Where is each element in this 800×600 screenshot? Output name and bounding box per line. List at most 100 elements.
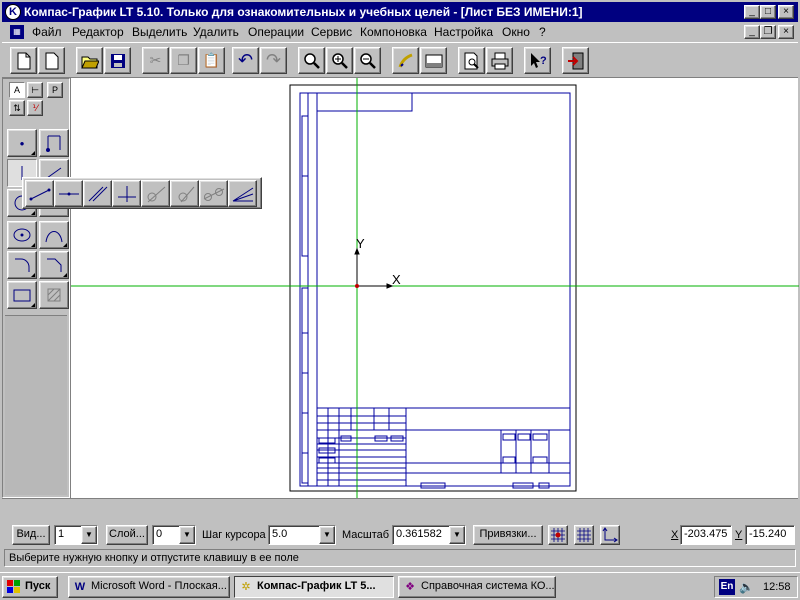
chevron-down-icon[interactable]: ▼ [319, 526, 335, 544]
line-tangent-button[interactable] [141, 180, 170, 207]
task-word[interactable]: W Microsoft Word - Плоская... [68, 576, 230, 598]
zoom-out-button[interactable] [354, 47, 381, 74]
close-button[interactable]: × [778, 5, 794, 19]
language-indicator[interactable]: En [719, 579, 735, 595]
snaps-button[interactable]: Привязки... [473, 525, 543, 545]
view-window-button[interactable] [420, 47, 447, 74]
magnifier-icon [303, 52, 320, 69]
minimize-icon: _ [749, 26, 755, 37]
y-coord-field[interactable]: -15.240 [745, 525, 795, 545]
menu-window[interactable]: Окно [502, 25, 530, 39]
menu-delete[interactable]: Удалить [193, 25, 239, 39]
point-tool-button[interactable]: • [7, 129, 37, 157]
pan-button[interactable] [392, 47, 419, 74]
print-preview-button[interactable] [458, 47, 485, 74]
zoom-fit-button[interactable] [298, 47, 325, 74]
fillet-tool-button[interactable] [7, 251, 37, 279]
maximize-button[interactable]: □ [760, 5, 776, 19]
menu-settings[interactable]: Настройка [434, 25, 493, 39]
menu-select[interactable]: Выделить [132, 25, 187, 39]
open-button[interactable] [76, 47, 103, 74]
line-two-points-button[interactable] [25, 180, 54, 207]
line-parallel-icon [88, 186, 107, 201]
new-fragment-button[interactable] [38, 47, 65, 74]
parameters-mode-button[interactable]: Р [47, 82, 63, 98]
drawing-canvas[interactable]: Y X [70, 78, 799, 498]
menu-help[interactable]: ? [539, 25, 546, 39]
menu-editor[interactable]: Редактор [72, 25, 124, 39]
line-parallel-button[interactable] [83, 180, 112, 207]
print-button[interactable] [486, 47, 513, 74]
x-coord-field[interactable]: -203.475 [680, 525, 732, 545]
task-help-system[interactable]: ❖ Справочная система КО... [398, 576, 556, 598]
measure-mode-button[interactable]: ⅟ [27, 100, 43, 116]
view-select[interactable]: 1 ▼ [54, 525, 98, 545]
undo-button[interactable]: ↶ [232, 47, 259, 74]
scale-select[interactable]: 0.361582 ▼ [392, 525, 466, 545]
ortho-button[interactable] [600, 525, 620, 545]
dimension-icon: ⊢ [31, 84, 39, 95]
geometry-mode-button[interactable]: A [9, 82, 25, 98]
menu-service[interactable]: Сервис [311, 25, 352, 39]
title-bar: K Компас-График LT 5.10. Только для озна… [2, 2, 798, 22]
document-icon[interactable]: ▦ [10, 25, 24, 39]
context-help-button[interactable]: ? [524, 47, 551, 74]
paste-button[interactable]: 📋 [198, 47, 225, 74]
speaker-icon[interactable]: 🔈 [739, 580, 754, 594]
svg-text:?: ? [540, 55, 547, 67]
help-book-icon: ❖ [405, 581, 415, 593]
auxiliary-line-tool-button[interactable] [39, 129, 69, 157]
aux-lines-icon [46, 135, 61, 152]
menu-operations[interactable]: Операции [248, 25, 304, 39]
rectangle-tool-button[interactable] [7, 281, 37, 309]
edit-mode-button[interactable]: ⇅ [9, 100, 25, 116]
start-button[interactable]: Пуск [2, 576, 58, 598]
minimize-button[interactable]: _ [744, 5, 760, 19]
menu-layout[interactable]: Компоновка [360, 25, 427, 39]
exit-door-icon [567, 52, 583, 69]
scale-label: Масштаб [342, 529, 390, 541]
ortho-axes-icon [602, 527, 618, 543]
chevron-down-icon[interactable]: ▼ [449, 526, 465, 544]
exit-button[interactable] [562, 47, 589, 74]
new-sheet-icon [17, 52, 30, 69]
step-select[interactable]: 5.0 ▼ [268, 525, 336, 545]
ellipse-tool-button[interactable] [7, 221, 37, 249]
hatch-tool-button[interactable] [39, 281, 69, 309]
task-help-label: Справочная система КО... [421, 580, 555, 592]
zoom-in-button[interactable] [326, 47, 353, 74]
line-tangent-point-button[interactable] [170, 180, 199, 207]
view-button[interactable]: Вид... [12, 525, 50, 545]
hint-bar: Выберите нужную кнопку и отпустите клави… [4, 549, 796, 567]
fillet-icon [15, 258, 30, 272]
chamfer-tool-button[interactable] [39, 251, 69, 279]
layer-button[interactable]: Слой... [106, 525, 148, 545]
local-snap-button[interactable] [548, 525, 568, 545]
menu-file[interactable]: Файл [32, 25, 62, 39]
text-size-icon: A [13, 85, 20, 95]
layer-select[interactable]: 0 ▼ [152, 525, 196, 545]
cut-button[interactable]: ✂ [142, 47, 169, 74]
line-perpendicular-button[interactable] [112, 180, 141, 207]
chevron-down-icon[interactable]: ▼ [179, 526, 195, 544]
copy-button[interactable]: ❐ [170, 47, 197, 74]
doc-minimize-button[interactable]: _ [744, 25, 760, 39]
kompas-app-icon[interactable]: K [5, 4, 21, 20]
task-kompas[interactable]: ✲ Компас-График LT 5... [234, 576, 394, 598]
palette-empty-area [5, 315, 67, 495]
mode-label: Р [51, 85, 58, 95]
dimensions-mode-button[interactable]: ⊢ [27, 82, 43, 98]
save-button[interactable] [104, 47, 131, 74]
new-sheet-button[interactable] [10, 47, 37, 74]
bezier-tool-button[interactable] [39, 221, 69, 249]
chevron-down-icon[interactable]: ▼ [81, 526, 97, 544]
line-horizontal-button[interactable] [54, 180, 83, 207]
redo-button[interactable]: ↷ [260, 47, 287, 74]
line-two-circles-button[interactable] [199, 180, 228, 207]
axis-y-label: Y [356, 236, 365, 251]
line-bisector-button[interactable] [228, 180, 257, 207]
doc-restore-button[interactable]: ❐ [760, 25, 776, 39]
printer-icon [491, 52, 508, 69]
doc-close-button[interactable]: × [778, 25, 794, 39]
grid-button[interactable] [574, 525, 594, 545]
